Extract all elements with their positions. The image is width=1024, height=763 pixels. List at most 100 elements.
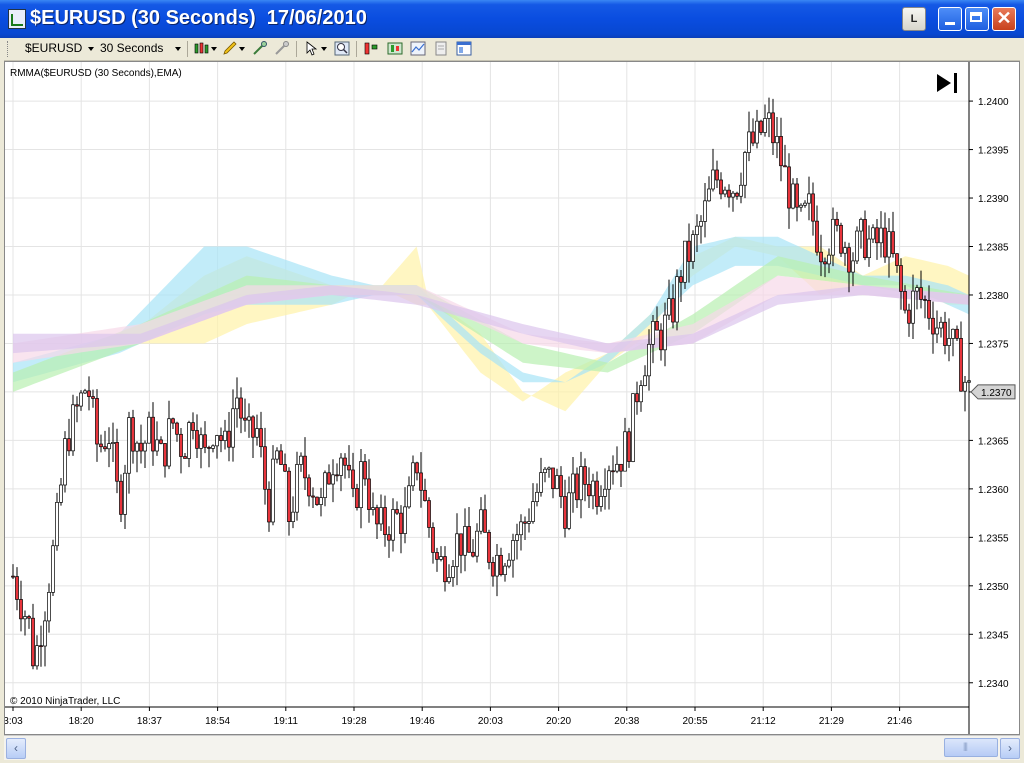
jump-to-end-icon[interactable]	[937, 74, 951, 92]
candle-body	[863, 219, 867, 259]
candle-body	[907, 309, 911, 324]
zoom-out-icon[interactable]	[274, 41, 290, 56]
candle-body	[319, 497, 323, 505]
candle-body	[71, 404, 75, 452]
candle-body	[83, 390, 87, 394]
candle-body	[95, 398, 99, 445]
y-tick-label: 1.2355	[978, 533, 1009, 544]
candle-body	[435, 552, 439, 560]
candle-body	[815, 220, 819, 253]
candle-body	[251, 416, 255, 438]
candle-body	[739, 184, 743, 197]
y-tick-label: 1.2345	[978, 630, 1009, 641]
candle-body	[195, 430, 199, 449]
drawing-pencil-icon[interactable]	[222, 41, 238, 56]
candle-body	[479, 509, 483, 532]
link-button[interactable]: L	[902, 7, 926, 31]
candle-body	[343, 457, 347, 466]
candle-body	[591, 480, 595, 497]
candle-body	[791, 183, 795, 209]
toolbar-separator	[356, 41, 357, 57]
candle-body	[63, 438, 67, 486]
candle-body	[163, 443, 167, 467]
indicators-icon[interactable]	[410, 41, 426, 56]
candle-body	[275, 450, 279, 460]
candle-body	[179, 433, 183, 457]
price-chart[interactable]: 1.2400 1.2395 1.2390 1.2385 1.2380 1.2375 1.23…	[5, 62, 1019, 734]
scroll-left-button[interactable]: ‹	[6, 738, 26, 759]
x-tick-label: 18:37	[137, 716, 162, 727]
candle-body	[519, 521, 523, 536]
candle-body	[419, 472, 423, 491]
candle-body	[667, 298, 671, 316]
horizontal-scrollbar[interactable]: ‹ ›	[4, 735, 1020, 760]
candle-body	[711, 169, 715, 190]
candle-body	[131, 417, 135, 452]
maximize-button[interactable]	[965, 7, 989, 31]
drawing-tools-arrow[interactable]	[239, 47, 245, 51]
candle-body	[47, 592, 51, 622]
candle-body	[235, 397, 239, 410]
instrument-selector[interactable]: $EURUSD	[25, 41, 82, 55]
candle-body	[199, 434, 203, 449]
candle-body	[563, 496, 567, 529]
minimize-button[interactable]	[938, 7, 962, 31]
y-tick-label: 1.2395	[978, 146, 1009, 157]
bar-spacing-icon[interactable]	[363, 41, 379, 56]
candle-body	[927, 300, 931, 319]
pointer-icon[interactable]	[304, 41, 320, 56]
properties-icon[interactable]	[456, 41, 472, 56]
candle-body	[631, 393, 635, 462]
x-tick-label: 19:28	[341, 716, 366, 727]
candle-body	[527, 521, 531, 524]
data-box-icon[interactable]	[387, 41, 403, 56]
y-tick-label: 1.2390	[978, 194, 1009, 205]
title-bar[interactable]: $EURUSD (30 Seconds) 17/06/2010 L ✕	[0, 0, 1024, 38]
candle-body	[387, 534, 391, 541]
toolbar-grip[interactable]	[7, 41, 11, 57]
candle-body	[267, 488, 271, 523]
chart-panel[interactable]: 1.2400 1.2395 1.2390 1.2385 1.2380 1.2375 1.23…	[4, 61, 1020, 735]
interval-selector[interactable]: 30 Seconds	[100, 41, 163, 55]
candle-body	[443, 556, 447, 583]
strategies-icon[interactable]	[433, 41, 449, 56]
pointer-arrow[interactable]	[321, 47, 327, 51]
candle-body	[855, 230, 859, 262]
candle-body	[719, 179, 723, 195]
candle-body	[347, 464, 351, 471]
candle-body	[511, 540, 515, 561]
indicator-label: RMMA($EURUSD (30 Seconds),EMA)	[10, 68, 182, 79]
candle-body	[799, 204, 803, 208]
close-button[interactable]: ✕	[992, 7, 1016, 31]
candle-body	[679, 276, 683, 283]
chart-style-icon[interactable]	[194, 41, 210, 56]
candle-body	[247, 416, 251, 421]
candle-body	[451, 566, 455, 578]
x-tick-label: 21:12	[751, 716, 776, 727]
candle-body	[327, 472, 331, 485]
zoom-in-icon[interactable]	[252, 41, 268, 56]
scroll-right-button[interactable]: ›	[1000, 738, 1020, 759]
candle-body	[947, 338, 951, 346]
candle-body	[227, 430, 231, 448]
chart-style-arrow[interactable]	[211, 47, 217, 51]
candle-body	[139, 442, 143, 452]
candle-body	[919, 287, 923, 300]
candle-body	[763, 118, 767, 133]
jump-to-end-bar[interactable]	[954, 73, 957, 93]
candle-body	[883, 227, 887, 258]
instrument-dropdown-arrow[interactable]	[88, 47, 94, 51]
scroll-thumb[interactable]	[944, 738, 998, 757]
candle-body	[643, 375, 647, 386]
candle-body	[415, 462, 419, 474]
candle-body	[499, 554, 503, 575]
candle-body	[523, 521, 527, 524]
interval-dropdown-arrow[interactable]	[175, 47, 181, 51]
candle-body	[951, 328, 955, 339]
magnify-icon[interactable]	[334, 41, 350, 56]
candle-body	[655, 321, 659, 331]
candle-body	[571, 473, 575, 494]
candle-body	[67, 438, 71, 452]
candle-body	[891, 231, 895, 255]
x-tick-label: 18:20	[69, 716, 94, 727]
